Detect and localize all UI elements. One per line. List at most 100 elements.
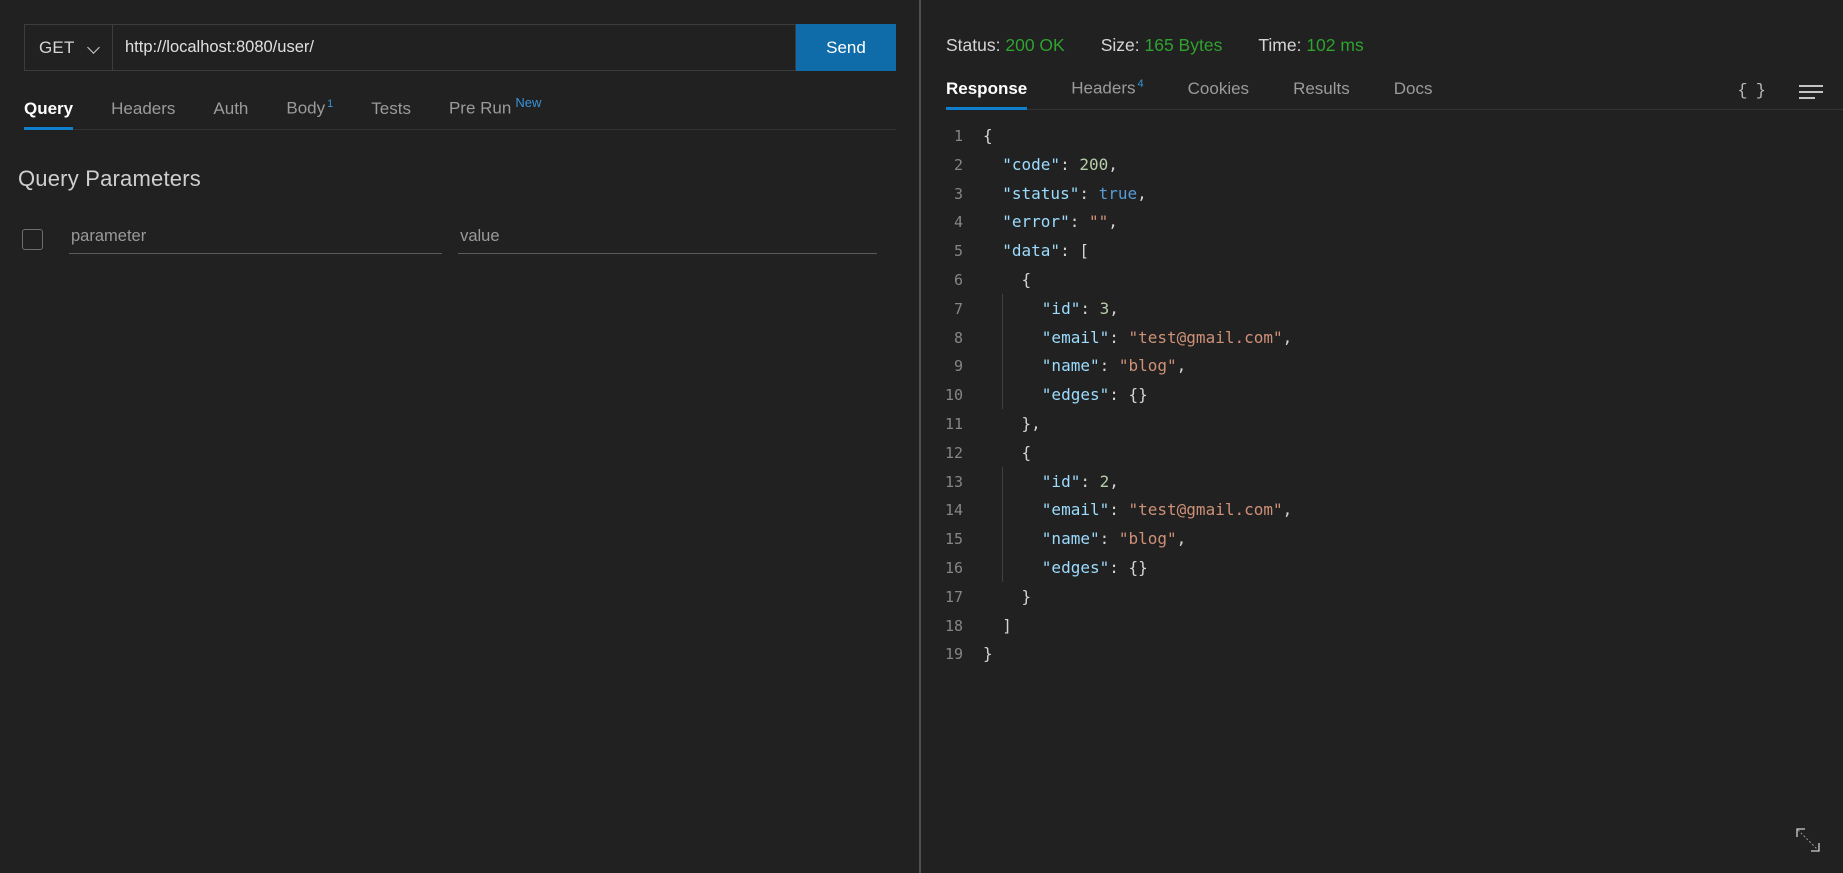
line-number: 13: [944, 472, 963, 491]
http-method-label: GET: [39, 37, 75, 57]
token-punc: {}: [1128, 385, 1148, 405]
status-label: Status:: [946, 34, 1001, 55]
response-body-viewer[interactable]: 1{2 "code": 200, 3 "status": true, 4 "erro…: [921, 114, 1843, 814]
code-text: "name": "blog",: [983, 524, 1187, 554]
tab-cookies[interactable]: Cookies: [1188, 79, 1249, 109]
tab-label: Pre Run: [448, 99, 512, 118]
indent-guide: [1002, 466, 1004, 496]
tab-body[interactable]: Body 1: [286, 98, 333, 129]
indent-guide: [1002, 553, 1004, 582]
token-punc: :: [1069, 212, 1089, 232]
tab-label: Tests: [371, 99, 411, 118]
time-value: 102 ms: [1306, 34, 1364, 55]
line-number: 15: [944, 530, 963, 549]
size-badge: Size: 165 Bytes: [1101, 35, 1223, 56]
token-key: "name": [1041, 356, 1100, 376]
line-number: 14: [944, 501, 963, 520]
token-punc: ,: [1176, 529, 1187, 549]
token-punc: {: [1021, 442, 1032, 462]
token-punc: }: [1021, 586, 1032, 606]
line-number: 9: [953, 357, 963, 376]
request-url-input[interactable]: [112, 24, 796, 71]
token-punc: ,: [1108, 212, 1118, 232]
token-punc: [: [1079, 241, 1089, 261]
indent-guide: [1002, 380, 1004, 410]
line-number: 5: [953, 242, 963, 261]
token-punc: }: [983, 644, 993, 664]
send-button[interactable]: Send: [796, 24, 896, 71]
query-param-key-input[interactable]: [69, 224, 443, 254]
query-param-value-input[interactable]: [458, 224, 877, 254]
response-toolbar-icons: { }: [1737, 82, 1823, 109]
token-punc: :: [1109, 385, 1129, 405]
code-text: "id": 2,: [983, 466, 1119, 497]
query-parameters-title: Query Parameters: [18, 166, 201, 191]
code-line: 6 {: [921, 266, 1843, 295]
line-number: 4: [953, 213, 963, 232]
code-text: }: [983, 583, 1032, 612]
line-number: 7: [953, 299, 963, 318]
tab-headers[interactable]: Headers: [111, 99, 175, 129]
code-line: 4 "error": "",: [921, 208, 1843, 237]
code-text: "error": "",: [983, 208, 1118, 237]
token-punc: ,: [1137, 183, 1147, 203]
tab-response[interactable]: Response: [946, 79, 1028, 110]
tab-badge: 1: [327, 98, 334, 111]
tab-query[interactable]: Query: [24, 99, 74, 130]
token-bool: true: [1098, 183, 1138, 203]
format-json-icon[interactable]: { }: [1737, 82, 1766, 101]
response-tabs: Response Headers 4 Cookies Results Docs: [946, 78, 1737, 110]
token-punc: ,: [1109, 471, 1119, 491]
tab-label: Results: [1293, 79, 1350, 98]
tab-auth[interactable]: Auth: [213, 99, 248, 129]
code-line: 10 "edges": {}: [921, 380, 1843, 410]
line-number: 16: [944, 558, 963, 577]
tab-tests[interactable]: Tests: [371, 99, 411, 129]
code-line: 11 },: [921, 410, 1843, 439]
indent-guide: [1002, 524, 1004, 553]
token-key: "edges": [1041, 385, 1110, 405]
indent-guide: [1002, 351, 1004, 381]
code-text: "email": "test@gmail.com",: [983, 322, 1292, 353]
request-tabs: Query Headers Auth Body 1 Tests Pre Run New: [24, 86, 896, 130]
tab-headers[interactable]: Headers 4: [1071, 78, 1143, 109]
token-key: "error": [1002, 212, 1070, 232]
tab-badge: New: [515, 95, 542, 111]
token-punc: ,: [1282, 500, 1293, 520]
tab-pre-run[interactable]: Pre Run New: [449, 95, 541, 129]
code-text: {: [983, 266, 1032, 295]
code-line: 13 "id": 2,: [921, 466, 1843, 497]
code-line: 7 "id": 3,: [921, 293, 1843, 324]
code-text: "id": 3,: [983, 293, 1119, 324]
line-number: 6: [953, 270, 963, 289]
token-punc: :: [1099, 356, 1119, 376]
code-text: "edges": {}: [983, 553, 1148, 583]
token-punc: :: [1109, 557, 1129, 577]
token-punc: :: [1080, 471, 1100, 491]
token-punc: {: [983, 126, 993, 145]
tab-docs[interactable]: Docs: [1394, 79, 1433, 109]
token-str: "": [1088, 212, 1109, 232]
line-number: 1: [953, 127, 963, 145]
time-badge: Time: 102 ms: [1258, 35, 1363, 56]
resize-diagonal-icon[interactable]: [1791, 823, 1825, 857]
token-str: "blog": [1118, 529, 1177, 549]
indent-guide: [1002, 495, 1004, 525]
line-number: 18: [944, 616, 963, 635]
code-text: {: [983, 122, 993, 151]
http-method-select[interactable]: GET: [24, 24, 112, 71]
code-line: 3 "status": true,: [921, 180, 1843, 209]
token-punc: ,: [1109, 298, 1119, 318]
code-line: 12 {: [921, 439, 1843, 468]
code-text: "email": "test@gmail.com",: [983, 495, 1293, 525]
query-param-enable-checkbox[interactable]: [22, 228, 43, 250]
code-text: "edges": {}: [983, 380, 1148, 410]
tab-results[interactable]: Results: [1293, 79, 1350, 109]
token-punc: :: [1060, 241, 1080, 261]
code-line: 5 "data": [: [921, 237, 1843, 266]
code-text: },: [983, 410, 1041, 439]
menu-lines-icon[interactable]: [1799, 84, 1823, 99]
query-param-row: [22, 224, 877, 254]
status-value: 200 OK: [1005, 34, 1065, 55]
token-num: 200: [1079, 154, 1109, 174]
